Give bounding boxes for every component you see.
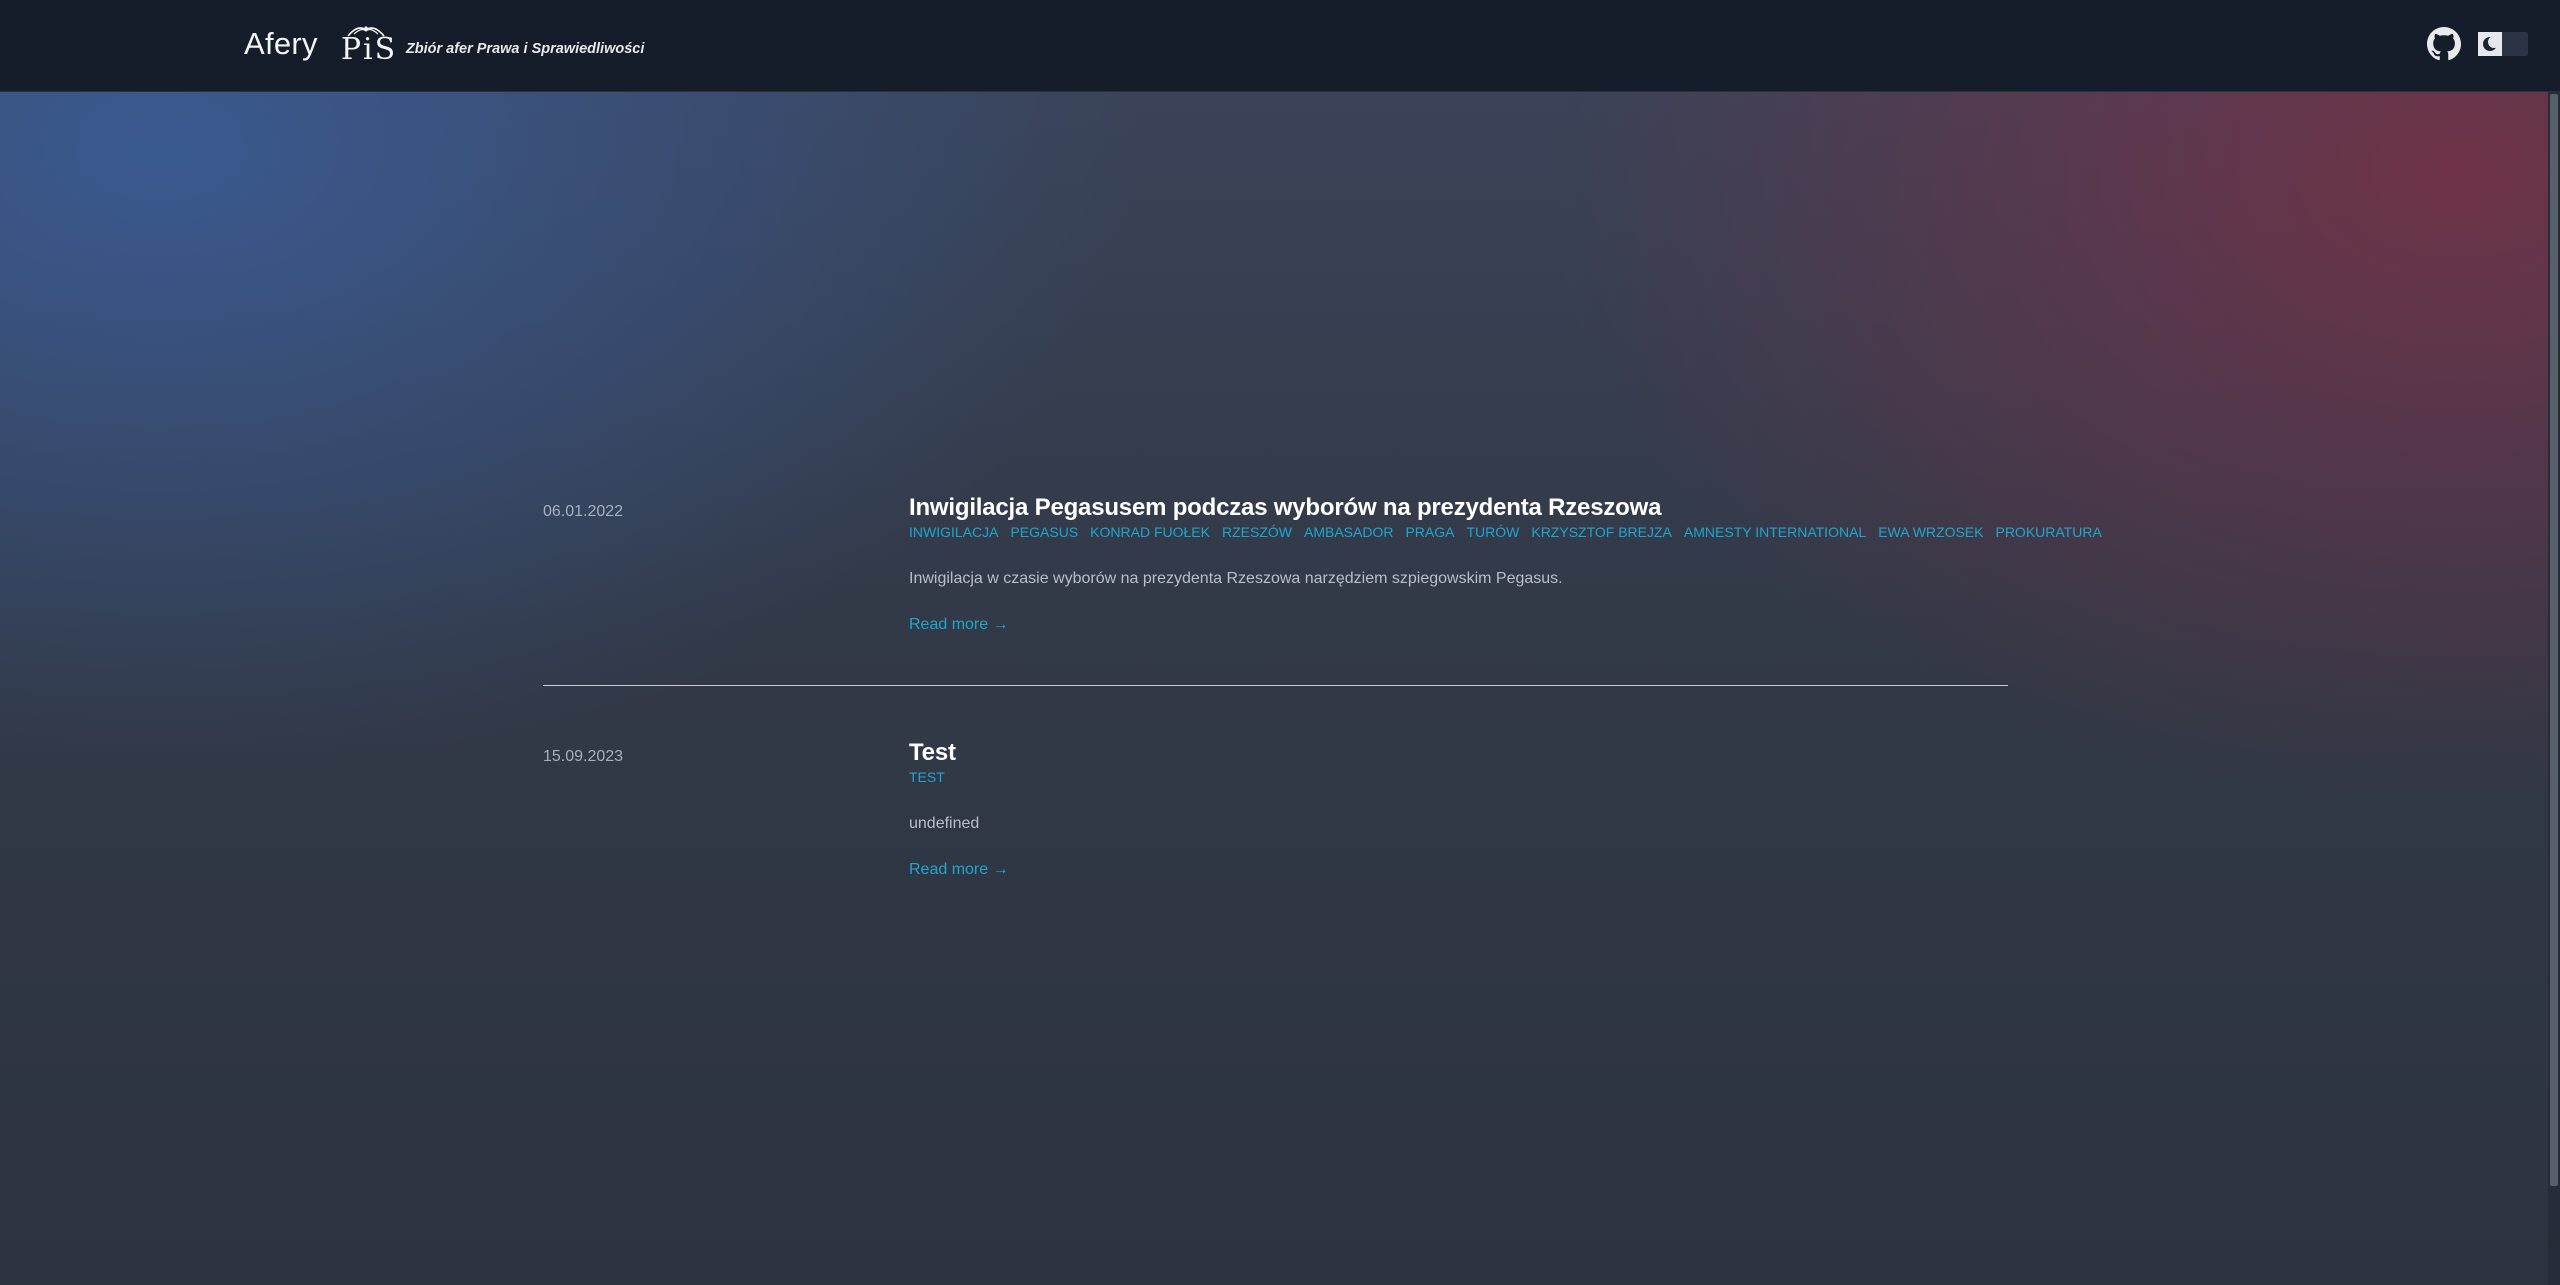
site-header: Afery PiS Zbiór afer Prawa i Sprawiedliw… (0, 0, 2560, 92)
moon-icon (2483, 36, 2500, 51)
post-divider (543, 685, 2008, 686)
post-tags: TEST (909, 768, 2008, 786)
tag-link[interactable]: KRZYSZTOF BREJZA (1531, 523, 1672, 541)
tag-link[interactable]: PROKURATURA (1995, 523, 2101, 541)
read-more-link[interactable]: Read more → (909, 615, 1009, 635)
tag-link[interactable]: TEST (909, 768, 945, 786)
post-body: Inwigilacja Pegasusem podczas wyborów na… (909, 493, 2102, 635)
post-tags: INWIGILACJA PEGASUS KONRAD FUOŁEK RZESZÓ… (909, 523, 2102, 541)
theme-toggle[interactable] (2478, 32, 2528, 56)
post-title[interactable]: Test (909, 738, 2008, 768)
tag-link[interactable]: AMNESTY INTERNATIONAL (1684, 523, 1866, 541)
tag-link[interactable]: TURÓW (1466, 523, 1519, 541)
toggle-knob (2478, 32, 2502, 56)
post-date: 06.01.2022 (543, 503, 624, 520)
scrollbar-thumb[interactable] (2550, 94, 2558, 1186)
post-summary: Inwigilacja w czasie wyborów na prezyden… (909, 570, 1563, 587)
post-title[interactable]: Inwigilacja Pegasusem podczas wyborów na… (909, 493, 2008, 523)
logo-text: PiS (340, 32, 398, 67)
post-body: Test TEST undefined Read more → (909, 738, 2008, 880)
tag-link[interactable]: INWIGILACJA (909, 523, 998, 541)
brand[interactable]: Afery PiS Zbiór afer Prawa i Sprawiedliw… (244, 22, 645, 67)
brand-subtitle: Zbiór afer Prawa i Sprawiedliwości (405, 41, 645, 57)
tag-link[interactable]: RZESZÓW (1222, 523, 1292, 541)
hero-background (0, 92, 2548, 1285)
scrollbar[interactable] (2548, 92, 2560, 1285)
tag-link[interactable]: PRAGA (1405, 523, 1454, 541)
tag-link[interactable]: PEGASUS (1010, 523, 1078, 541)
brand-title[interactable]: Afery (244, 26, 318, 62)
tag-link[interactable]: KONRAD FUOŁEK (1090, 523, 1210, 541)
tag-link[interactable]: EWA WRZOSEK (1878, 523, 1983, 541)
github-icon[interactable] (2427, 27, 2461, 61)
pis-logo[interactable]: PiS (340, 22, 395, 67)
post-date: 15.09.2023 (543, 748, 624, 765)
read-more-link[interactable]: Read more → (909, 860, 1009, 880)
post-summary: undefined (909, 815, 980, 832)
tag-link[interactable]: AMBASADOR (1304, 523, 1393, 541)
